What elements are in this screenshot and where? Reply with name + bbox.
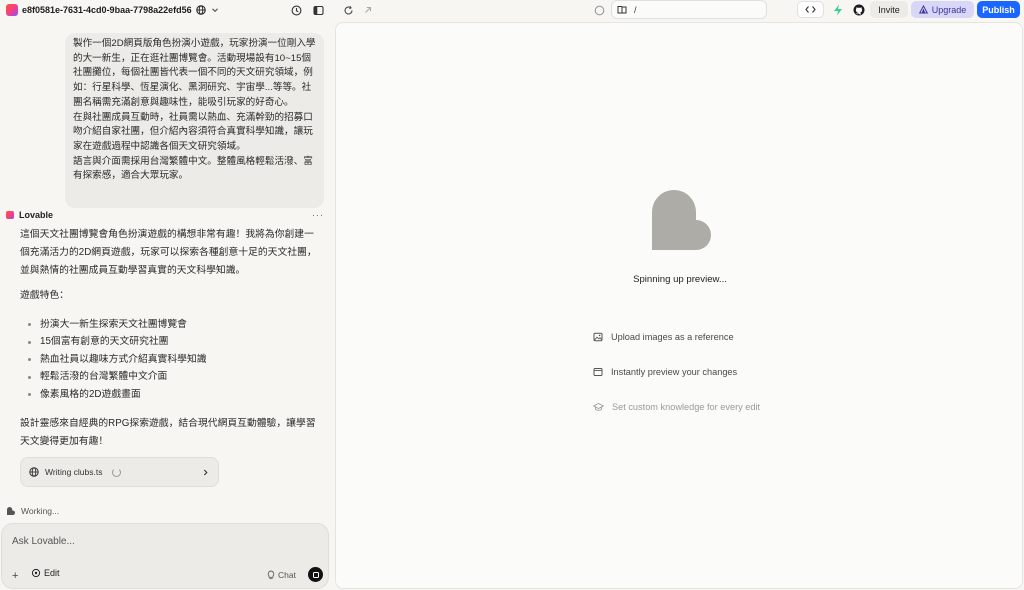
- page-icon: [617, 5, 627, 14]
- stop-icon: [312, 571, 319, 578]
- assistant-header: Lovable ···: [6, 209, 324, 221]
- globe-icon: [29, 467, 39, 477]
- feature-text: 像素風格的2D遊戲畫面: [40, 388, 141, 400]
- image-icon: [593, 332, 603, 342]
- writing-file-card[interactable]: Writing clubs.ts: [20, 457, 219, 487]
- list-item: 扮演大一新生探索天文社團博覽會: [28, 316, 207, 334]
- lovable-logo-icon: [6, 4, 18, 16]
- top-bar: e8f0581e-7631-4cd0-9baa-7798a22efd56 / I…: [0, 0, 1024, 20]
- working-status: Working...: [6, 506, 59, 516]
- knowledge-icon: [593, 402, 604, 412]
- open-external-icon[interactable]: [360, 2, 376, 18]
- code-icon: [805, 5, 816, 14]
- project-selector[interactable]: e8f0581e-7631-4cd0-9baa-7798a22efd56: [6, 2, 220, 18]
- code-view-button[interactable]: [797, 1, 824, 18]
- assistant-name: Lovable: [19, 210, 54, 220]
- device-icon[interactable]: [591, 2, 607, 18]
- feature-text: 扮演大一新生探索天文社團博覽會: [40, 318, 187, 330]
- assistant-intro: 這個天文社團博覽會角色扮演遊戲的構想非常有趣！我將為你創建一個充滿活力的2D網頁…: [20, 229, 317, 276]
- list-item: 像素風格的2D遊戲畫面: [28, 386, 207, 404]
- spinner-icon: [112, 467, 122, 477]
- assistant-outro: 設計靈感來自經典的RPG探索遊戲，結合現代網頁互動體驗，讓學習天文變得更加有趣！: [20, 418, 316, 447]
- upgrade-label: Upgrade: [931, 4, 967, 15]
- lightbulb-icon: [267, 570, 275, 580]
- features-title: 遊戲特色：: [20, 290, 69, 301]
- feature-text: 熱血社員以趣味方式介紹真實科學知識: [40, 353, 207, 365]
- tip-label: Upload images as a reference: [611, 331, 734, 342]
- preview-status: Spinning up preview...: [633, 274, 727, 285]
- bullet-icon: [28, 323, 31, 327]
- lovable-logo-icon: [6, 211, 14, 219]
- tip-item: Instantly preview your changes: [593, 365, 760, 378]
- bullet-icon: [28, 393, 31, 397]
- user-message-paragraph: 在與社團成員互動時，社員需以熱血、充滿幹勁的招募口吻介紹自家社團，但介紹內容須符…: [73, 111, 313, 152]
- features-list: 扮演大一新生探索天文社團博覽會 15個富有創意的天文研究社團 熱血社員以趣味方式…: [28, 316, 207, 404]
- user-message: 製作一個2D網頁版角色扮演小遊戲，玩家扮演一位剛入學的大一新生，正在逛社團博覽會…: [65, 33, 324, 208]
- more-options-icon[interactable]: ···: [312, 210, 324, 220]
- github-icon: [853, 4, 865, 16]
- preview-panel: Spinning up preview... Upload images as …: [335, 22, 1023, 589]
- refresh-icon[interactable]: [340, 2, 356, 18]
- writing-file-label: Writing clubs.ts: [45, 467, 103, 477]
- chat-input[interactable]: [12, 532, 312, 550]
- feature-text: 15個富有創意的天文研究社團: [40, 336, 169, 348]
- list-item: 15個富有創意的天文研究社團: [28, 334, 207, 352]
- project-name: e8f0581e-7631-4cd0-9baa-7798a22efd56: [22, 5, 192, 15]
- chat-panel: 製作一個2D網頁版角色扮演小遊戲，玩家扮演一位剛入學的大一新生，正在逛社團博覽會…: [0, 20, 334, 590]
- publish-button[interactable]: Publish: [977, 1, 1020, 18]
- tip-label: Set custom knowledge for every edit: [612, 401, 761, 412]
- heart-icon: [6, 506, 16, 516]
- chevron-down-icon[interactable]: [210, 5, 220, 15]
- composer: + Edit Chat: [1, 523, 329, 589]
- feature-text: 輕鬆活潑的台灣繁體中文介面: [40, 371, 168, 383]
- upgrade-button[interactable]: Upgrade: [911, 1, 974, 18]
- edit-target-icon: [31, 568, 41, 578]
- list-item: 熱血社員以趣味方式介紹真實科學知識: [28, 351, 207, 369]
- upgrade-icon: [918, 5, 928, 14]
- bullet-icon: [28, 375, 31, 379]
- url-bar[interactable]: /: [611, 0, 767, 19]
- stop-button[interactable]: [308, 567, 323, 582]
- url-path: /: [634, 4, 637, 15]
- edit-label: Edit: [44, 568, 60, 578]
- sidebar-toggle-icon[interactable]: [310, 2, 326, 18]
- lovable-heart-icon: [652, 190, 711, 250]
- user-message-paragraph: 語言與介面需採用台灣繁體中文。整體風格輕鬆活潑、富有探索感，適合大眾玩家。: [73, 155, 313, 182]
- tip-item: Upload images as a reference: [593, 330, 760, 343]
- bullet-icon: [28, 358, 31, 362]
- bolt-icon: [833, 4, 843, 16]
- supabase-button[interactable]: [828, 1, 848, 18]
- chat-mode-button[interactable]: Chat: [263, 567, 300, 582]
- tip-item: Set custom knowledge for every edit: [593, 400, 760, 413]
- chevron-right-icon[interactable]: [201, 468, 210, 477]
- github-button[interactable]: [851, 1, 867, 18]
- globe-icon[interactable]: [195, 5, 206, 15]
- bullet-icon: [28, 340, 31, 344]
- tips-list: Upload images as a reference Instantly p…: [593, 330, 760, 435]
- history-icon[interactable]: [288, 2, 304, 18]
- edit-button[interactable]: Edit: [31, 568, 60, 578]
- add-attachment-button[interactable]: +: [12, 570, 18, 582]
- preview-icon: [593, 367, 603, 377]
- tip-label: Instantly preview your changes: [611, 366, 738, 377]
- chat-label: Chat: [278, 569, 296, 580]
- working-label: Working...: [21, 506, 60, 516]
- list-item: 輕鬆活潑的台灣繁體中文介面: [28, 369, 207, 387]
- invite-button[interactable]: Invite: [870, 1, 908, 18]
- user-message-paragraph: 製作一個2D網頁版角色扮演小遊戲，玩家扮演一位剛入學的大一新生，正在逛社團博覽會…: [73, 38, 316, 108]
